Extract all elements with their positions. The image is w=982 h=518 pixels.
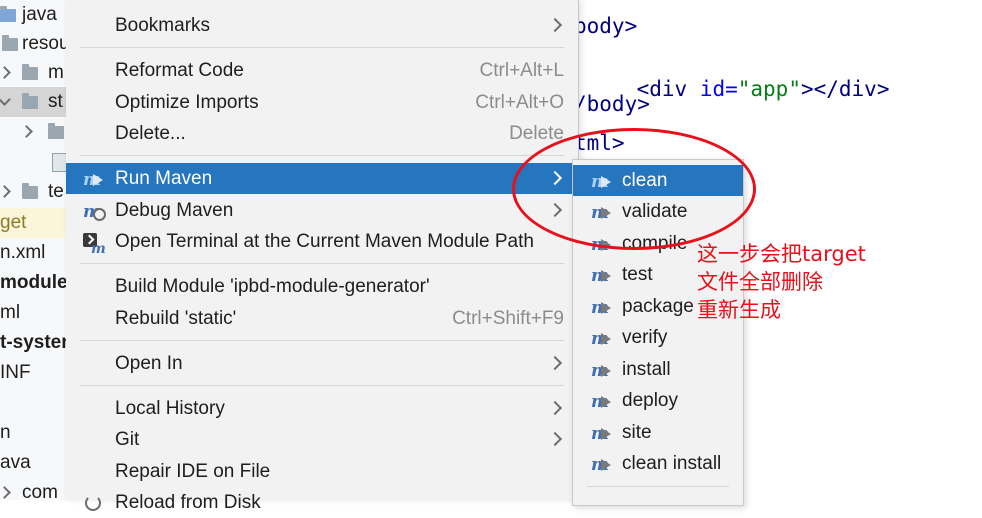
tree-item-pom-xml[interactable]: n.xml (0, 238, 70, 268)
maven-goal-icon: m (591, 423, 613, 444)
chevron-down-icon[interactable] (0, 93, 11, 106)
maven-goal-icon: m (591, 360, 613, 381)
submenu-item-clean-install[interactable]: m clean install (573, 448, 743, 479)
menu-item-repair-ide[interactable]: Repair IDE on File (66, 456, 578, 487)
context-menu: Bookmarks Reformat Code Ctrl+Alt+L Optim… (66, 0, 579, 513)
menu-item-build-module[interactable]: Build Module 'ipbd-module-generator' (66, 271, 578, 302)
annotation-line: 重新生成 (697, 298, 781, 322)
chevron-right-icon (547, 17, 563, 33)
submenu-item-site[interactable]: m site (573, 417, 743, 448)
menu-separator (80, 263, 564, 264)
tree-item-resources[interactable]: resou (0, 29, 70, 59)
menu-item-open-in[interactable]: Open In (66, 348, 578, 379)
chevron-right-icon (547, 355, 563, 371)
menu-item-git[interactable]: Git (66, 424, 578, 455)
folder-icon (22, 64, 38, 80)
submenu-item-deploy[interactable]: m deploy (573, 385, 743, 416)
menu-separator (80, 340, 564, 341)
tree-item-module[interactable]: module- (0, 268, 70, 298)
tree-item-xml[interactable]: ml (0, 298, 70, 328)
menu-separator (80, 47, 564, 48)
tree-item-com[interactable]: com (0, 478, 70, 500)
reload-icon (83, 493, 105, 513)
maven-goal-icon: m (591, 297, 613, 318)
menu-separator (80, 385, 564, 386)
chevron-right-icon[interactable] (0, 185, 11, 198)
folder-icon (22, 93, 38, 109)
tree-item-target[interactable]: get (0, 208, 70, 238)
submenu-item-install[interactable]: m install (573, 354, 743, 385)
tree-item-n[interactable]: n (0, 418, 70, 448)
menu-item-debug-maven[interactable]: m Debug Maven (66, 195, 578, 226)
folder-icon (22, 183, 38, 199)
chevron-right-icon[interactable] (0, 66, 11, 79)
menu-item-run-maven[interactable]: m Run Maven (66, 163, 578, 194)
terminal-maven-icon: m (83, 232, 106, 257)
code-line-close-body: /body> (574, 92, 650, 116)
code-line-body: body> (574, 14, 638, 38)
maven-goal-icon: m (591, 454, 613, 475)
annotation-note: 这一步会把target 文件全部删除 重新生成 (697, 240, 866, 324)
tree-item-file[interactable] (0, 147, 70, 177)
tree-item-system[interactable]: t-syster (0, 328, 70, 358)
submenu-item-verify[interactable]: m verify (573, 322, 743, 353)
tree-item-te[interactable]: te (0, 177, 70, 207)
maven-debug-icon: m (83, 201, 106, 222)
maven-goal-icon: m (591, 328, 613, 349)
menu-item-local-history[interactable]: Local History (66, 393, 578, 424)
tree-item-static[interactable]: st (0, 87, 70, 117)
tree-item-m[interactable]: m (0, 58, 70, 88)
chevron-right-icon[interactable] (20, 125, 33, 138)
menu-item-bookmarks[interactable]: Bookmarks (66, 10, 578, 41)
menu-item-reload-from-disk[interactable]: Reload from Disk (66, 487, 578, 518)
chevron-right-icon (547, 431, 563, 447)
annotation-circle (512, 128, 756, 250)
maven-run-icon: m (83, 169, 105, 190)
folder-icon (48, 123, 64, 139)
chevron-right-icon (547, 400, 563, 416)
menu-item-rebuild[interactable]: Rebuild 'static' Ctrl+Shift+F9 (66, 303, 578, 334)
folder-icon (2, 35, 18, 51)
tree-item-subfolder[interactable] (0, 117, 70, 147)
folder-icon (0, 6, 16, 22)
annotation-line: 这一步会把target (697, 242, 866, 266)
annotation-line: 文件全部删除 (697, 270, 823, 294)
maven-goal-icon: m (591, 391, 613, 412)
menu-item-delete[interactable]: Delete... Delete (66, 118, 578, 149)
menu-separator (80, 155, 564, 156)
menu-item-optimize-imports[interactable]: Optimize Imports Ctrl+Alt+O (66, 87, 578, 118)
maven-goal-icon: m (591, 265, 613, 286)
submenu-separator (587, 486, 729, 487)
project-tree: java resou m st te get n.xml module- ml … (0, 0, 70, 500)
chevron-right-icon[interactable] (0, 486, 11, 499)
tree-item-java[interactable]: java (0, 0, 70, 30)
menu-item-open-terminal[interactable]: m Open Terminal at the Current Maven Mod… (66, 226, 578, 257)
menu-item-reformat-code[interactable]: Reformat Code Ctrl+Alt+L (66, 55, 578, 86)
tree-item-java2[interactable]: ava (0, 448, 70, 478)
tree-item-inf[interactable]: INF (0, 358, 70, 388)
